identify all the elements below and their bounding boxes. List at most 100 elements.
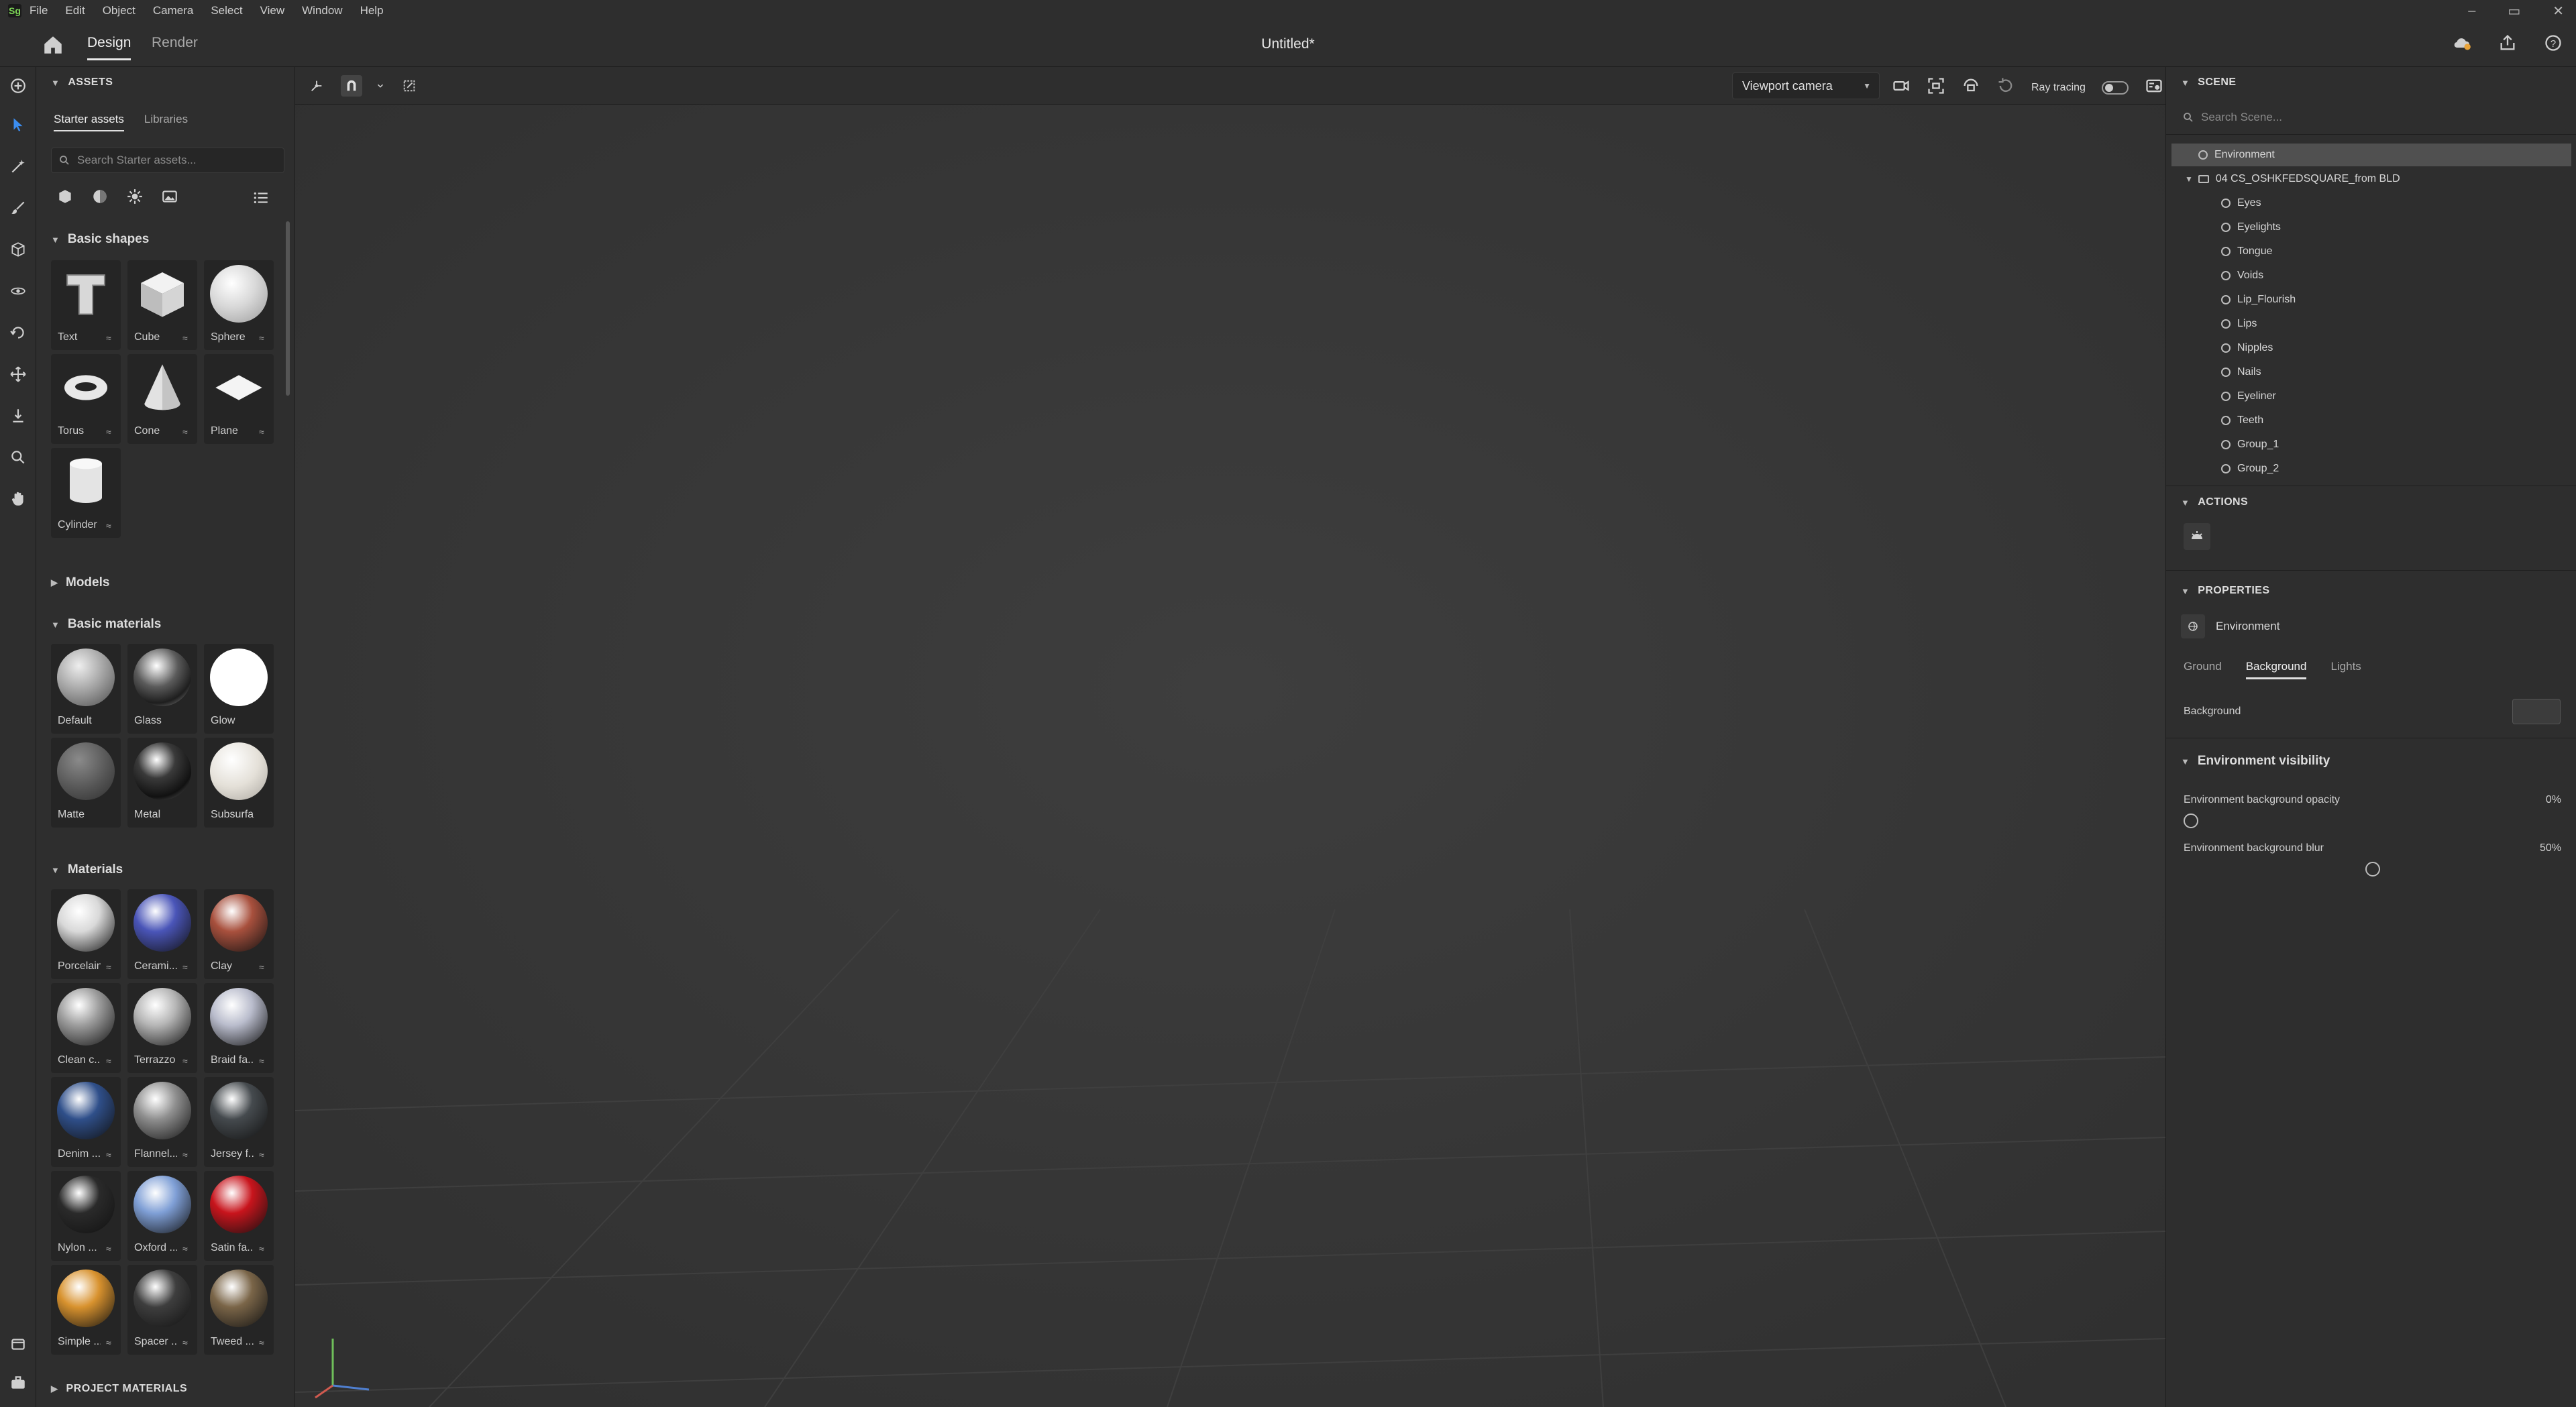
material-item[interactable]: Denim ... ≈ — [51, 1077, 121, 1167]
blur-slider-knob[interactable] — [2365, 862, 2380, 877]
menu-select[interactable]: Select — [211, 4, 242, 17]
toolbox-icon[interactable] — [7, 1372, 29, 1394]
render-settings-icon[interactable] — [2145, 76, 2163, 99]
asset-text[interactable]: Text ≈ — [51, 260, 121, 350]
close-button[interactable]: ✕ — [2553, 3, 2564, 19]
asset-plane[interactable]: Plane ≈ — [204, 354, 274, 444]
settings-icon[interactable]: ≈ — [106, 333, 111, 343]
materials-header[interactable]: ▼ Materials — [51, 862, 123, 877]
material-matte[interactable]: Matte — [51, 738, 121, 828]
opacity-slider[interactable] — [2184, 813, 2562, 828]
material-item[interactable]: Tweed ... ≈ — [204, 1265, 274, 1355]
settings-icon[interactable]: ≈ — [106, 1149, 111, 1160]
home-icon[interactable] — [42, 34, 64, 56]
environment-visibility-header[interactable]: ▼ Environment visibility — [2181, 754, 2330, 769]
asset-cone[interactable]: Cone ≈ — [127, 354, 197, 444]
material-item[interactable]: Clean c... ≈ — [51, 983, 121, 1073]
material-item[interactable]: Flannel... ≈ — [127, 1077, 197, 1167]
menu-help[interactable]: Help — [360, 4, 384, 17]
reset-camera-icon[interactable] — [1996, 76, 2015, 99]
scene-header[interactable]: ▼ SCENE — [2181, 76, 2236, 89]
assets-search-input[interactable] — [77, 154, 258, 167]
background-color-swatch[interactable] — [2512, 699, 2561, 724]
material-item[interactable]: Jersey f... ≈ — [204, 1077, 274, 1167]
transform-icon[interactable] — [306, 75, 327, 97]
asset-sphere[interactable]: Sphere ≈ — [204, 260, 274, 350]
drop-to-ground-icon[interactable] — [7, 405, 29, 427]
asset-torus[interactable]: Torus ≈ — [51, 354, 121, 444]
material-item[interactable]: Clay ≈ — [204, 889, 274, 979]
menu-window[interactable]: Window — [302, 4, 342, 17]
material-item[interactable]: Cerami... ≈ — [127, 889, 197, 979]
scene-item[interactable]: Lips — [2171, 313, 2571, 335]
maximize-button[interactable]: ▭ — [2508, 3, 2520, 19]
tab-lights[interactable]: Lights — [2330, 660, 2361, 679]
settings-icon[interactable]: ≈ — [182, 1149, 188, 1160]
frame-camera-icon[interactable] — [1927, 76, 1945, 99]
settings-icon[interactable]: ≈ — [182, 333, 188, 343]
basic-shapes-header[interactable]: ▼ Basic shapes — [51, 232, 149, 247]
library-icon[interactable] — [7, 1333, 29, 1355]
zoom-icon[interactable] — [7, 447, 29, 468]
settings-icon[interactable]: ≈ — [106, 520, 111, 531]
settings-icon[interactable]: ≈ — [259, 1243, 264, 1254]
assets-header[interactable]: ▼ ASSETS — [51, 76, 113, 89]
orbit-camera-icon[interactable] — [1962, 76, 1980, 99]
scene-item[interactable]: Eyes — [2171, 192, 2571, 215]
tab-ground[interactable]: Ground — [2184, 660, 2222, 679]
scene-item[interactable]: Eyelights — [2171, 216, 2571, 239]
scene-item[interactable]: Voids — [2171, 264, 2571, 287]
tab-design[interactable]: Design — [87, 35, 131, 60]
material-glow[interactable]: Glow — [204, 644, 274, 734]
settings-icon[interactable]: ≈ — [182, 427, 188, 437]
scene-group-item[interactable]: ▼ 04 CS_OSHKFEDSQUARE_from BLD — [2171, 168, 2571, 190]
material-item[interactable]: Spacer ... ≈ — [127, 1265, 197, 1355]
scene-item[interactable]: Teeth — [2171, 409, 2571, 432]
tab-starter-assets[interactable]: Starter assets — [54, 113, 124, 131]
menu-edit[interactable]: Edit — [65, 4, 85, 17]
settings-icon[interactable]: ≈ — [259, 427, 264, 437]
material-default[interactable]: Default — [51, 644, 121, 734]
settings-icon[interactable]: ≈ — [106, 1243, 111, 1254]
material-item[interactable]: Porcelain ≈ — [51, 889, 121, 979]
edit-selection-icon[interactable] — [398, 75, 420, 97]
minimize-button[interactable]: – — [2468, 3, 2475, 19]
move-icon[interactable] — [7, 363, 29, 385]
snap-magnet-icon[interactable] — [341, 75, 362, 97]
tab-background[interactable]: Background — [2245, 660, 2307, 679]
scene-item[interactable]: Group_2 — [2171, 457, 2571, 480]
scene-item[interactable]: Tongue — [2171, 240, 2571, 263]
menu-view[interactable]: View — [260, 4, 285, 17]
material-item[interactable]: Simple ... ≈ — [51, 1265, 121, 1355]
properties-header[interactable]: ▼ PROPERTIES — [2181, 585, 2269, 597]
camera-dropdown[interactable]: Viewport camera ▼ — [1732, 72, 1880, 99]
pan-hand-icon[interactable] — [7, 488, 29, 510]
settings-icon[interactable]: ≈ — [182, 1056, 188, 1066]
settings-icon[interactable]: ≈ — [106, 1056, 111, 1066]
orbit-icon[interactable] — [7, 280, 29, 302]
tab-libraries[interactable]: Libraries — [144, 113, 188, 131]
scene-item[interactable]: Nipples — [2171, 337, 2571, 359]
material-item[interactable]: Nylon ... ≈ — [51, 1171, 121, 1261]
models-header[interactable]: ▶ Models — [51, 575, 109, 590]
scene-item[interactable]: Nails — [2171, 361, 2571, 384]
assets-scrollbar[interactable] — [286, 221, 290, 396]
menu-object[interactable]: Object — [103, 4, 136, 17]
scene-item[interactable]: Environment — [2171, 144, 2571, 166]
chevron-down-icon[interactable] — [376, 75, 385, 97]
menu-file[interactable]: File — [30, 4, 48, 17]
settings-icon[interactable]: ≈ — [259, 1056, 264, 1066]
blur-slider[interactable] — [2184, 862, 2562, 877]
asset-cube[interactable]: Cube ≈ — [127, 260, 197, 350]
material-metal[interactable]: Metal — [127, 738, 197, 828]
add-icon[interactable] — [7, 75, 29, 97]
settings-icon[interactable]: ≈ — [259, 333, 264, 343]
settings-icon[interactable]: ≈ — [106, 962, 111, 972]
settings-icon[interactable]: ≈ — [182, 1337, 188, 1348]
material-item[interactable]: Satin fa... ≈ — [204, 1171, 274, 1261]
material-glass[interactable]: Glass — [127, 644, 197, 734]
image-filter-icon[interactable] — [161, 188, 178, 209]
cube-icon[interactable] — [7, 239, 29, 260]
brush-icon[interactable] — [7, 197, 29, 219]
viewport[interactable]: Viewport camera ▼ Ray tracing — [295, 67, 2165, 1407]
